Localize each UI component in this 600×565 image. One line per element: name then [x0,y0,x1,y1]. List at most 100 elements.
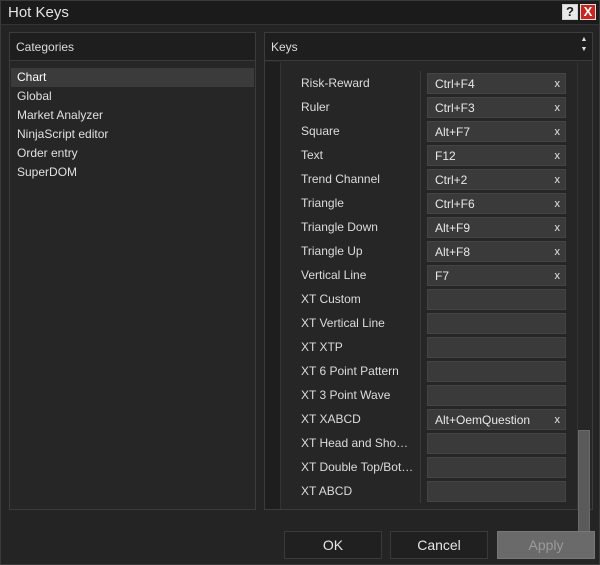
column-divider [420,119,421,143]
category-item[interactable]: Chart [11,68,254,87]
hotkey-row: Triangle Down Alt+F9 x [281,215,577,239]
keys-grid: Risk-Reward Ctrl+F4 x Ruler Ctrl+F3 x Square Al… [265,62,592,538]
hotkey-value: F12 [435,149,456,163]
category-item[interactable]: Global [11,87,254,106]
hotkey-field[interactable]: Alt+F7 x [427,121,566,142]
hotkey-name: Triangle [301,196,344,210]
hotkey-name: XT Head and Sho… [301,436,409,450]
title-bar[interactable]: Hot Keys ? X [1,1,599,25]
hotkey-value: Alt+OemQuestion [435,413,531,427]
hotkey-field[interactable]: Ctrl+F3 x [427,97,566,118]
hotkey-field[interactable]: Ctrl+2 x [427,169,566,190]
clear-icon[interactable]: x [555,78,561,90]
clear-icon[interactable]: x [555,174,561,186]
hotkey-name: Square [301,124,340,138]
hotkey-field[interactable] [427,289,566,310]
clear-icon[interactable]: x [555,198,561,210]
column-divider [420,431,421,455]
category-item[interactable]: Market Analyzer [11,106,254,125]
column-divider [420,263,421,287]
hotkey-row: Text F12 x [281,143,577,167]
column-divider [420,95,421,119]
hotkey-name: Risk-Reward [301,76,370,90]
window-title: Hot Keys [8,4,69,21]
clear-icon[interactable]: x [555,126,561,138]
ok-button[interactable]: OK [284,531,382,559]
hotkey-value: F7 [435,269,450,283]
clear-icon[interactable]: x [555,270,561,282]
column-divider [420,215,421,239]
clear-icon[interactable]: x [555,246,561,258]
categories-header: Categories [10,33,255,61]
category-item[interactable]: SuperDOM [11,163,254,182]
column-divider [420,455,421,479]
category-item[interactable]: NinjaScript editor [11,125,254,144]
hotkey-field[interactable]: Ctrl+F6 x [427,193,566,214]
column-divider [420,167,421,191]
clear-icon[interactable]: x [555,222,561,234]
hotkey-name: Trend Channel [301,172,380,186]
hot-keys-window: Hot Keys ? X Categories Chart Global Marke… [0,0,600,565]
hotkey-name: XT Vertical Line [301,316,385,330]
hotkey-name: XT ABCD [301,484,353,498]
hotkey-field[interactable]: Alt+F8 x [427,241,566,262]
help-icon[interactable]: ? [562,4,578,20]
hotkey-field[interactable]: Alt+OemQuestion x [427,409,566,430]
hotkey-field[interactable] [427,433,566,454]
hotkey-name: XT 3 Point Wave [301,388,391,402]
hotkey-row: Square Alt+F7 x [281,119,577,143]
hotkey-name: Ruler [301,100,330,114]
hotkey-row: Triangle Up Alt+F8 x [281,239,577,263]
column-divider [420,239,421,263]
hotkey-value: Ctrl+F3 [435,101,475,115]
hotkey-field[interactable] [427,385,566,406]
column-divider [420,287,421,311]
column-divider [420,71,421,95]
column-divider [420,383,421,407]
clear-icon[interactable]: x [555,414,561,426]
clear-icon[interactable]: x [555,150,561,162]
vertical-scrollbar[interactable] [577,62,591,538]
hotkey-field[interactable] [427,337,566,358]
close-icon[interactable]: X [580,4,596,20]
hotkey-field[interactable] [427,481,566,502]
hotkey-field[interactable]: Alt+F9 x [427,217,566,238]
hotkey-value: Alt+F7 [435,125,471,139]
hotkey-name: XT Double Top/Bot… [301,460,414,474]
hotkey-row: XT XTP [281,335,577,359]
hotkey-name: Triangle Down [301,220,378,234]
hotkey-row: XT Custom [281,287,577,311]
hotkey-row: Vertical Line F7 x [281,263,577,287]
category-item[interactable]: Order entry [11,144,254,163]
cancel-button[interactable]: Cancel [390,531,488,559]
column-divider [420,407,421,431]
column-divider [420,335,421,359]
hotkey-value: Ctrl+2 [435,173,468,187]
column-divider [420,191,421,215]
column-divider [420,359,421,383]
hotkey-name: Vertical Line [301,268,367,282]
hotkey-field[interactable]: Ctrl+F4 x [427,73,566,94]
hotkey-value: Ctrl+F4 [435,77,475,91]
hotkey-field[interactable]: F7 x [427,265,566,286]
apply-button[interactable]: Apply [497,531,595,559]
hotkey-row: Trend Channel Ctrl+2 x [281,167,577,191]
row-gutter [265,62,281,509]
hotkey-field[interactable] [427,457,566,478]
categories-list: Chart Global Market Analyzer NinjaScript ed… [11,68,254,182]
hotkey-value: Ctrl+F6 [435,197,475,211]
hotkey-field[interactable]: F12 x [427,145,566,166]
hotkey-field[interactable] [427,313,566,334]
hotkey-row: XT XABCD Alt+OemQuestion x [281,407,577,431]
hotkey-row: XT Head and Sho… [281,431,577,455]
scrollbar-thumb[interactable] [578,430,590,538]
hotkey-row: XT 6 Point Pattern [281,359,577,383]
clear-icon[interactable]: x [555,102,561,114]
hotkey-field[interactable] [427,361,566,382]
column-divider [420,311,421,335]
categories-panel: Categories Chart Global Market Analyzer Nin… [9,32,256,510]
header-scroll-arrows-icon[interactable]: ▲ ▼ [578,35,590,57]
hotkey-name: XT XABCD [301,412,361,426]
hotkey-row: Ruler Ctrl+F3 x [281,95,577,119]
hotkey-value: Alt+F9 [435,221,471,235]
